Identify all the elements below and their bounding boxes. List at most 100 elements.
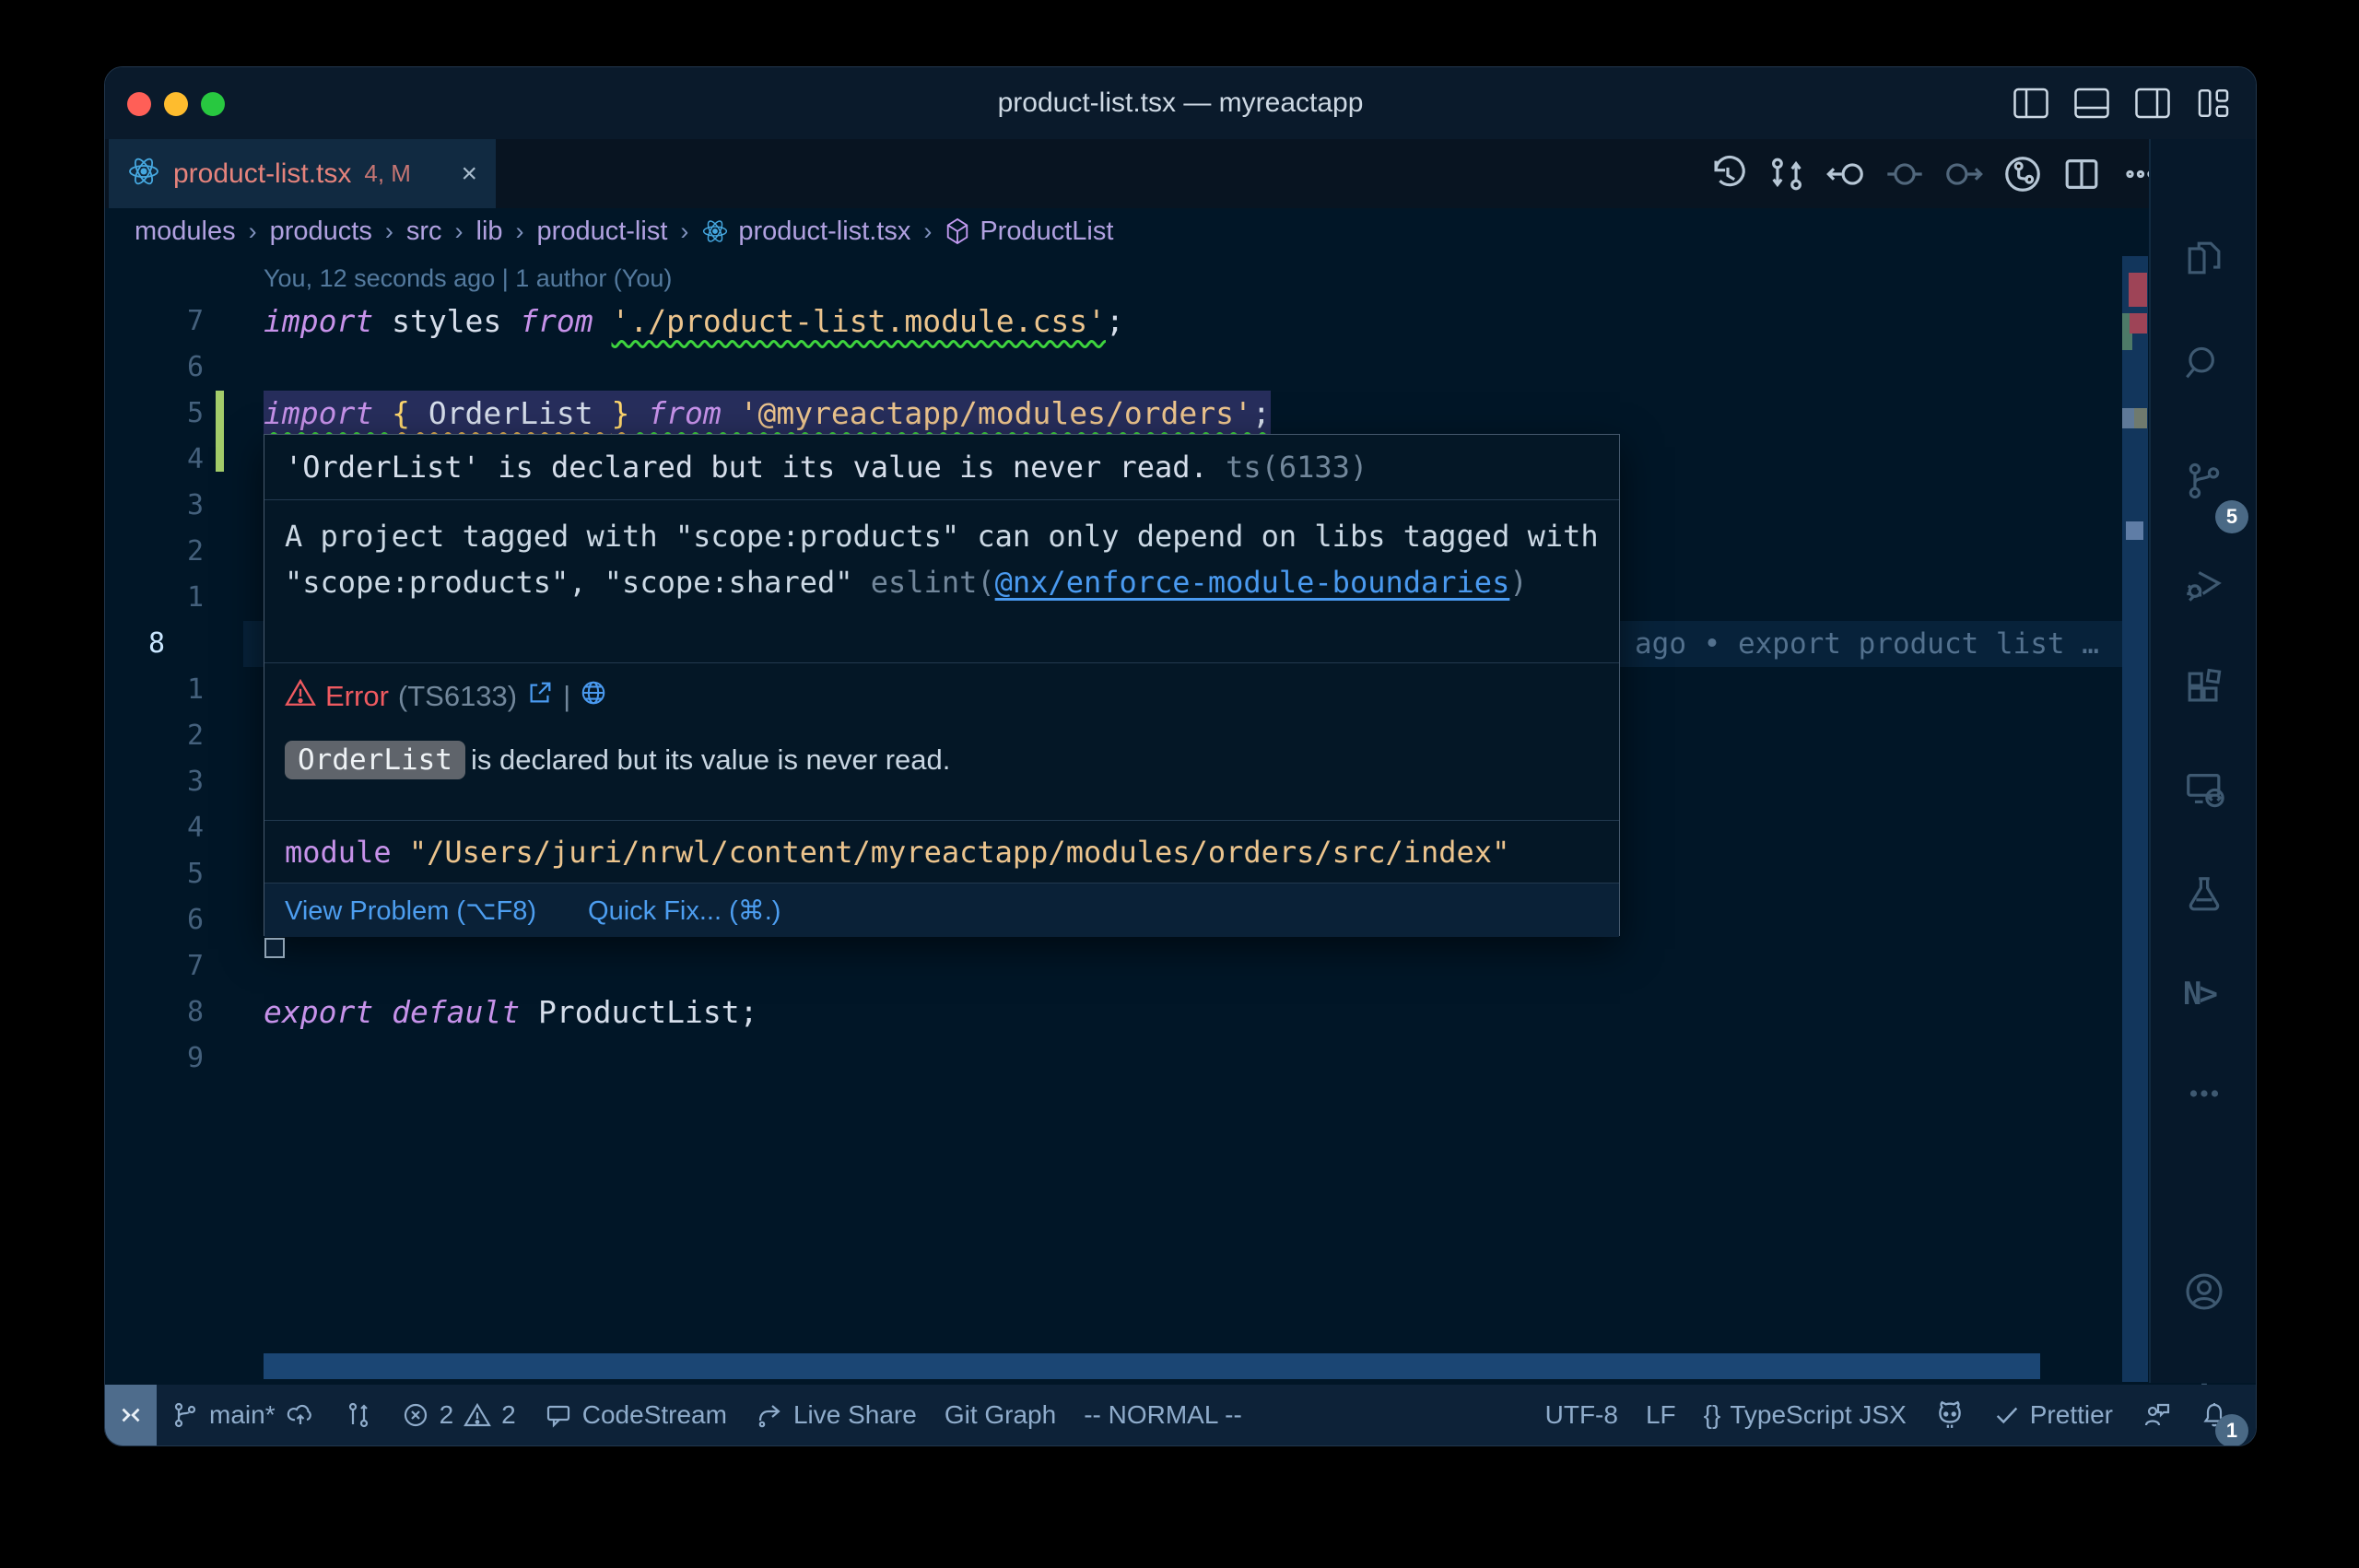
overview-ruler-cursor-marker [2126, 521, 2143, 540]
code-line[interactable]: 6 [105, 345, 2151, 391]
status-bar: main* 2 2 CodeStream Live Share Git Grap… [105, 1385, 2256, 1445]
tab-decoration: 4, M [364, 159, 411, 188]
breadcrumb-separator: › [249, 217, 257, 246]
tab-label: product-list.tsx [173, 158, 351, 190]
next-change-icon[interactable] [1941, 151, 1987, 197]
gitlens-graph-icon[interactable] [2000, 151, 2046, 197]
eol-status[interactable]: LF [1632, 1385, 1690, 1445]
symbol-box-icon [945, 217, 970, 245]
code-line[interactable]: 5import { OrderList } from '@myreactapp/… [105, 391, 2151, 437]
git-blame-lens[interactable]: You, 12 seconds ago | 1 author (You) [264, 258, 672, 298]
breadcrumb-label: ProductList [980, 216, 1113, 247]
previous-change-icon[interactable] [1823, 151, 1869, 197]
eslint-rule-link[interactable]: @nx/enforce-module-boundaries [995, 565, 1510, 600]
line-number: 3 [105, 759, 204, 805]
breadcrumb-item-productlist[interactable]: ProductList [945, 216, 1113, 247]
settings-badge: 1 [2215, 1414, 2248, 1446]
comment-icon [544, 1400, 573, 1430]
nx-console-icon[interactable]: N> [2183, 976, 2225, 1018]
breadcrumb-label: lib [476, 216, 503, 247]
breadcrumb-separator: › [455, 217, 464, 246]
account-icon[interactable] [2183, 1270, 2225, 1313]
git-graph-status[interactable]: Git Graph [931, 1385, 1070, 1445]
breadcrumbs: modules›products›src›lib›product-list›pr… [105, 208, 2145, 254]
run-debug-icon[interactable] [2183, 562, 2225, 604]
error-message: is declared but its value is never read. [471, 743, 950, 777]
line-number: 6 [105, 897, 204, 943]
toggle-panel-icon[interactable] [2073, 87, 2110, 120]
feedback-status[interactable] [2127, 1385, 2186, 1445]
vertical-scrollbar[interactable] [2122, 256, 2148, 1382]
breadcrumb-item-modules[interactable]: modules [135, 216, 236, 247]
open-changes-icon[interactable] [1764, 151, 1810, 197]
breadcrumb-separator: › [680, 217, 688, 246]
breadcrumb-item-lib[interactable]: lib [476, 216, 503, 247]
symbol-badge: OrderList [285, 741, 465, 779]
code-editor[interactable]: You, 12 seconds ago | 1 author (You) 7im… [105, 254, 2151, 1385]
problems-status[interactable]: 2 2 [387, 1385, 530, 1445]
live-share-status[interactable]: Live Share [741, 1385, 931, 1445]
close-tab-icon[interactable]: × [461, 158, 477, 190]
split-editor-icon[interactable] [2059, 151, 2105, 197]
encoding-status[interactable]: UTF-8 [1532, 1385, 1632, 1445]
tab-product-list[interactable]: product-list.tsx 4, M × [109, 139, 496, 208]
publish-changes-icon [285, 1400, 316, 1430]
check-icon [1993, 1401, 2021, 1429]
line-number: 5 [105, 391, 204, 437]
breadcrumb-item-src[interactable]: src [406, 216, 442, 247]
toggle-sidebar-icon[interactable] [2013, 87, 2049, 120]
extensions-icon[interactable] [2183, 667, 2225, 709]
breadcrumb-label: modules [135, 216, 236, 247]
inline-blame: ago • export product list … [1635, 621, 2099, 667]
line-number: 7 [105, 298, 204, 345]
line-number: 5 [105, 851, 204, 897]
toggle-secondary-sidebar-icon[interactable] [2134, 87, 2171, 120]
remote-explorer-icon[interactable] [2183, 767, 2225, 810]
code-line[interactable]: 7import styles from './product-list.modu… [105, 298, 2151, 345]
code-line[interactable]: 9 [105, 1036, 2151, 1082]
codestream-status[interactable]: CodeStream [530, 1385, 741, 1445]
search-icon[interactable] [2183, 343, 2225, 385]
line-number: 1 [105, 575, 204, 621]
git-branch-status[interactable]: main* [157, 1385, 330, 1445]
horizontal-scrollbar[interactable] [264, 1353, 2040, 1379]
compare-changes-status[interactable] [330, 1385, 387, 1445]
line-number: 8 [105, 989, 204, 1036]
errors-icon [401, 1400, 430, 1430]
change-marker-icon[interactable] [1882, 151, 1928, 197]
breadcrumb-item-products[interactable]: products [270, 216, 372, 247]
hover-resize-handle[interactable] [264, 938, 285, 958]
additional-views-icon[interactable] [2183, 1072, 2225, 1115]
breadcrumb-separator: › [923, 217, 932, 246]
breadcrumb-item-product-list-tsx[interactable]: product-list.tsx [701, 216, 910, 247]
line-number: 2 [105, 529, 204, 575]
quick-fix-button[interactable]: Quick Fix... (⌘.) [588, 895, 780, 927]
overview-ruler-info-marker [2122, 408, 2134, 428]
globe-icon[interactable] [580, 679, 607, 714]
explorer-icon[interactable] [2183, 237, 2225, 279]
testing-icon[interactable] [2183, 873, 2225, 916]
timeline-history-icon[interactable] [1705, 151, 1751, 197]
titlebar: product-list.tsx — myreactapp [105, 67, 2256, 139]
overview-ruler-error-marker [2130, 313, 2147, 333]
open-external-icon[interactable] [526, 679, 554, 714]
code-line[interactable]: 7 [105, 943, 2151, 989]
share-icon [755, 1400, 784, 1430]
warnings-icon [463, 1400, 492, 1430]
vim-mode-status[interactable]: -- NORMAL -- [1070, 1385, 1256, 1445]
source-control-icon[interactable] [2183, 460, 2225, 502]
line-number: 9 [105, 1036, 204, 1082]
activity-bar: 5 N> 1 [2149, 139, 2256, 1383]
github-status[interactable] [1920, 1385, 1979, 1445]
view-problem-button[interactable]: View Problem (⌥F8) [285, 895, 536, 927]
breadcrumb-item-product-list[interactable]: product-list [537, 216, 668, 247]
language-mode-status[interactable]: {}TypeScript JSX [1690, 1385, 1920, 1445]
customize-layout-icon[interactable] [2195, 87, 2232, 120]
react-icon [701, 218, 729, 244]
tab-bar: product-list.tsx 4, M × [105, 139, 2256, 208]
remote-indicator[interactable] [105, 1385, 157, 1445]
hover-ts-diagnostic: 'OrderList' is declared but its value is… [264, 435, 1619, 499]
prettier-status[interactable]: Prettier [1979, 1385, 2127, 1445]
error-code: (TS6133) [398, 680, 517, 713]
code-line[interactable]: 8export default ProductList; [105, 989, 2151, 1036]
